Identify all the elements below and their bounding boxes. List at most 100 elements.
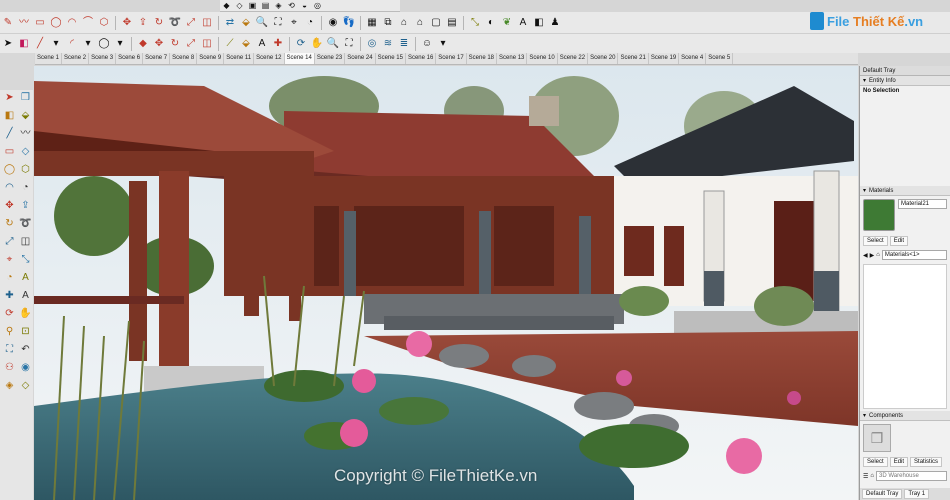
leaf-icon[interactable]: ❦ xyxy=(500,16,514,30)
scene-tab[interactable]: Scene 16 xyxy=(406,53,437,64)
component-save-icon[interactable]: ▢ xyxy=(429,16,443,30)
line-icon[interactable]: ╱ xyxy=(33,37,47,51)
pushpull-icon[interactable]: ◆ xyxy=(136,37,150,51)
rectangle-icon[interactable]: ▭ xyxy=(2,144,17,159)
scene-tab[interactable]: Scene 23 xyxy=(315,53,346,64)
layers-icon[interactable]: ▤ xyxy=(445,16,459,30)
scene-tab[interactable]: Scene 24 xyxy=(345,53,376,64)
flip-edge-icon[interactable]: ⟲ xyxy=(286,1,297,11)
move-icon[interactable]: ✥ xyxy=(120,16,134,30)
move-icon[interactable]: ✥ xyxy=(152,37,166,51)
pushpull-icon[interactable]: ⇪ xyxy=(136,16,150,30)
eye-icon[interactable]: ◉ xyxy=(326,16,340,30)
previous-icon[interactable]: ↶ xyxy=(18,342,33,357)
dimension-icon[interactable]: ⤡ xyxy=(18,252,33,267)
offset-icon[interactable]: ◫ xyxy=(200,37,214,51)
orbit-icon[interactable]: ⟳ xyxy=(2,306,17,321)
scale-icon[interactable]: ⤢ xyxy=(184,16,198,30)
tab-statistics[interactable]: Statistics xyxy=(910,457,943,467)
select-icon[interactable]: ➤ xyxy=(2,90,17,105)
display-section-icon[interactable]: ◇ xyxy=(18,378,33,393)
stamp-icon[interactable]: ▣ xyxy=(247,1,258,11)
walk-icon[interactable]: 👣 xyxy=(342,16,356,30)
scene-tab[interactable]: Scene 22 xyxy=(558,53,589,64)
tape-icon[interactable]: ⟋ xyxy=(223,37,237,51)
flip-icon[interactable]: ⇄ xyxy=(223,16,237,30)
offset-icon[interactable]: ◫ xyxy=(18,234,33,249)
arc2-icon[interactable]: ⌒ xyxy=(81,16,95,30)
shape-icon[interactable]: ◯ xyxy=(97,37,111,51)
scene-tab[interactable]: Scene 14 xyxy=(284,53,315,64)
scene-tab[interactable]: Scene 9 xyxy=(197,53,225,64)
scene-tab[interactable]: Scene 21 xyxy=(618,53,649,64)
tape-icon[interactable]: ⌖ xyxy=(2,252,17,267)
back-arrow-icon[interactable]: ◀ xyxy=(863,252,868,259)
entity-info-header[interactable]: ▾ Entity Info xyxy=(860,76,950,86)
arc-icon[interactable]: ◜ xyxy=(65,37,79,51)
chevron-down-icon[interactable]: ▾ xyxy=(49,37,63,51)
pencil-icon[interactable]: ✎ xyxy=(1,16,15,30)
axes-icon[interactable]: ✚ xyxy=(271,37,285,51)
arc-icon[interactable]: ◠ xyxy=(65,16,79,30)
polygon-icon[interactable]: ⬡ xyxy=(18,162,33,177)
scene-tab[interactable]: Scene 17 xyxy=(436,53,467,64)
followme-icon[interactable]: ➰ xyxy=(168,16,182,30)
scene-tab[interactable]: Scene 15 xyxy=(376,53,406,64)
add-detail-icon[interactable]: ◈ xyxy=(273,1,284,11)
scene-tab[interactable]: Scene 1 xyxy=(35,53,63,64)
tab-default-tray[interactable]: Default Tray xyxy=(862,489,903,499)
scene-tab[interactable]: Scene 11 xyxy=(224,53,255,64)
account-icon[interactable]: ☺ xyxy=(420,37,434,51)
scene-tab[interactable]: Scene 6 xyxy=(116,53,144,64)
extension-icon[interactable]: ≋ xyxy=(381,37,395,51)
rotate-icon[interactable]: ↻ xyxy=(2,216,17,231)
zoom-icon[interactable]: ⚲ xyxy=(2,324,17,339)
3dtext-icon[interactable]: A xyxy=(18,288,33,303)
tab-select[interactable]: Select xyxy=(863,236,888,246)
arc-icon[interactable]: ◠ xyxy=(2,180,17,195)
scene-tab[interactable]: Scene 8 xyxy=(170,53,198,64)
tape-icon[interactable]: ⌖ xyxy=(287,16,301,30)
model-viewport[interactable]: Copyright © FileThietKe.vn xyxy=(34,66,858,500)
lookaround-icon[interactable]: ◉ xyxy=(18,360,33,375)
scale-icon[interactable]: ⤢ xyxy=(2,234,17,249)
scene-tab[interactable]: Scene 20 xyxy=(588,53,619,64)
house2-icon[interactable]: ⌂ xyxy=(413,16,427,30)
drape-icon[interactable]: ▤ xyxy=(260,1,271,11)
scene-tab[interactable]: Scene 12 xyxy=(254,53,285,64)
scene-tab[interactable]: Scene 7 xyxy=(143,53,171,64)
home-icon[interactable]: ⌂ xyxy=(876,252,880,258)
tab-tray-1[interactable]: Tray 1 xyxy=(904,489,930,499)
share-icon[interactable]: ⧉ xyxy=(381,16,395,30)
view-options-icon[interactable]: ☰ xyxy=(863,473,868,480)
scene-tab[interactable]: Scene 2 xyxy=(62,53,90,64)
zoom-extents-icon[interactable]: ⛶ xyxy=(2,342,17,357)
rotated-rectangle-icon[interactable]: ◇ xyxy=(18,144,33,159)
sandbox-icon[interactable]: ◆ xyxy=(221,1,232,11)
axes-icon[interactable]: ✚ xyxy=(2,288,17,303)
orbit-icon[interactable]: ⟳ xyxy=(294,37,308,51)
materials-grid[interactable] xyxy=(863,264,947,409)
scene-tab[interactable]: Scene 19 xyxy=(649,53,680,64)
forward-arrow-icon[interactable]: ▶ xyxy=(870,252,875,259)
zoomwindow-icon[interactable]: ⊡ xyxy=(18,324,33,339)
eraser-icon[interactable]: ◧ xyxy=(2,108,17,123)
rectangle-icon[interactable]: ▭ xyxy=(33,16,47,30)
scene-tab[interactable]: Scene 10 xyxy=(527,53,558,64)
circle-icon[interactable]: ◯ xyxy=(49,16,63,30)
offset-icon[interactable]: ◫ xyxy=(200,16,214,30)
layout-icon[interactable]: ≣ xyxy=(397,37,411,51)
component-icon[interactable]: ❒ xyxy=(18,90,33,105)
followme-icon[interactable]: ➰ xyxy=(18,216,33,231)
warehouse-icon[interactable]: ◎ xyxy=(365,37,379,51)
paint-icon[interactable]: ⬙ xyxy=(239,16,253,30)
chevron-down-icon[interactable]: ▾ xyxy=(113,37,127,51)
scene-tab[interactable]: Scene 3 xyxy=(89,53,117,64)
scene-tab[interactable]: Scene 13 xyxy=(497,53,528,64)
polygon-icon[interactable]: ⬡ xyxy=(97,16,111,30)
zoom-extents-icon[interactable]: ⛶ xyxy=(342,37,356,51)
select-icon[interactable]: ➤ xyxy=(1,37,15,51)
scene-tab[interactable]: Scene 18 xyxy=(467,53,498,64)
material-swatch-icon[interactable] xyxy=(863,199,895,231)
warehouse-search-input[interactable]: 3D Warehouse xyxy=(876,471,947,481)
